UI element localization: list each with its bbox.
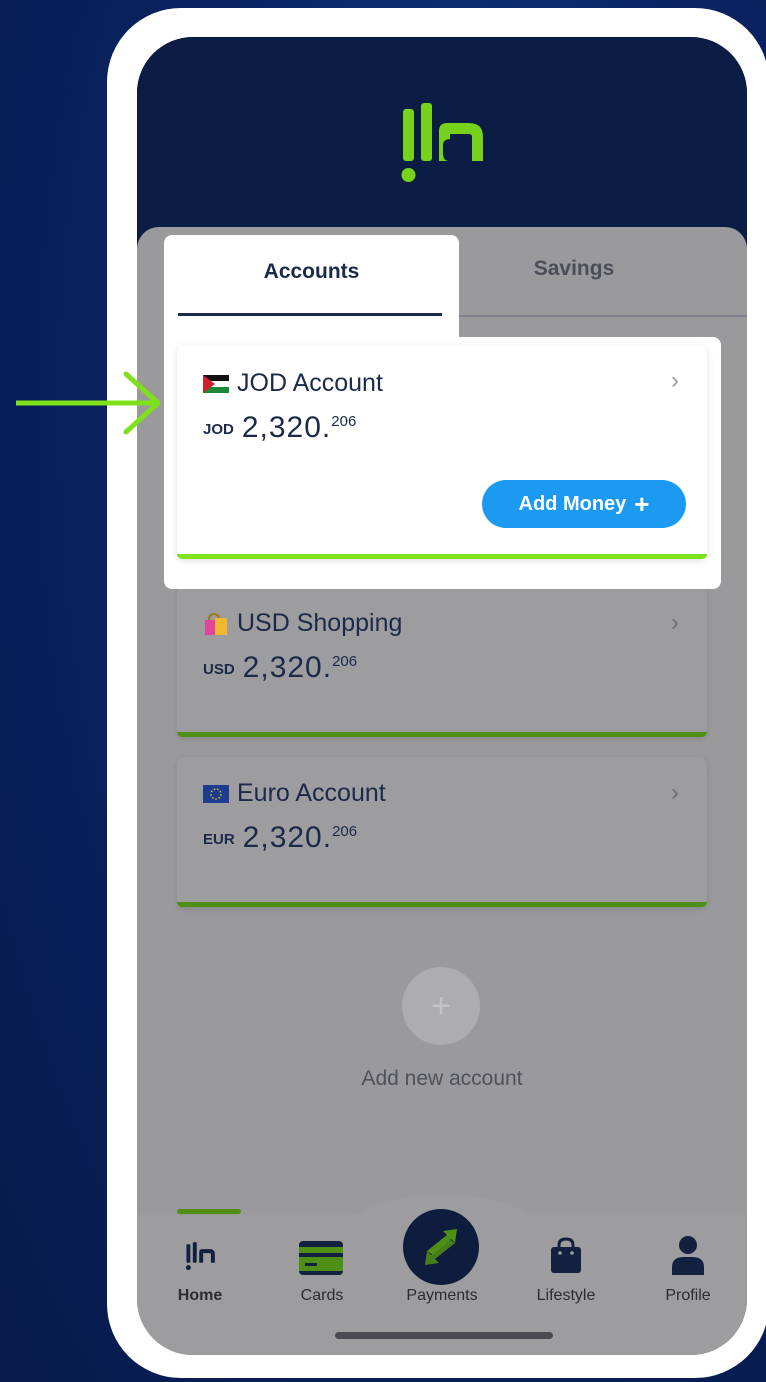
plus-icon: + <box>431 986 451 1025</box>
account-accent-bar <box>177 554 707 559</box>
account-name: USD Shopping <box>203 609 402 638</box>
shopping-bag-icon <box>551 1237 581 1273</box>
account-card-eur[interactable]: Euro Account EUR 2,320. 206 › <box>177 757 707 907</box>
account-name: JOD Account <box>203 369 383 398</box>
jordan-flag-icon <box>203 374 229 393</box>
chevron-right-icon: › <box>671 779 679 806</box>
account-balance: USD 2,320. 206 <box>203 651 358 684</box>
app-header <box>137 37 747 237</box>
add-account-label[interactable]: Add new account <box>137 1067 747 1091</box>
account-accent-bar <box>177 902 707 907</box>
shopping-bag-icon <box>205 612 227 635</box>
account-balance: JOD 2,320. 206 <box>203 411 357 444</box>
chevron-right-icon: › <box>671 367 679 394</box>
add-account-button[interactable]: + <box>402 967 480 1045</box>
home-indicator <box>335 1332 553 1339</box>
plus-icon: + <box>634 489 650 519</box>
tab-accounts[interactable] <box>164 235 459 339</box>
account-card-jod[interactable]: JOD Account JOD 2,320. 206 › Add Money + <box>177 345 707 559</box>
account-accent-bar <box>177 732 707 737</box>
tab-accounts-label: Accounts <box>263 260 360 283</box>
account-name: Euro Account <box>203 779 386 808</box>
tab-active-underline <box>178 313 442 316</box>
chevron-right-icon: › <box>671 609 679 636</box>
person-icon <box>672 1236 704 1275</box>
account-balance: EUR 2,320. 206 <box>203 821 358 854</box>
transfer-arrows-icon <box>425 1229 457 1265</box>
eu-flag-icon <box>203 784 229 803</box>
nav-active-indicator <box>177 1209 241 1214</box>
add-money-button[interactable]: Add Money + <box>482 480 686 528</box>
account-card-usd[interactable]: USD Shopping USD 2,320. 206 › <box>177 587 707 737</box>
tab-savings[interactable]: Savings <box>459 257 689 281</box>
card-icon <box>299 1241 343 1275</box>
payments-circle <box>403 1209 479 1285</box>
pointer-arrow-icon <box>16 371 161 435</box>
ila-logo-icon <box>185 1242 215 1271</box>
ila-logo-icon <box>401 103 483 182</box>
